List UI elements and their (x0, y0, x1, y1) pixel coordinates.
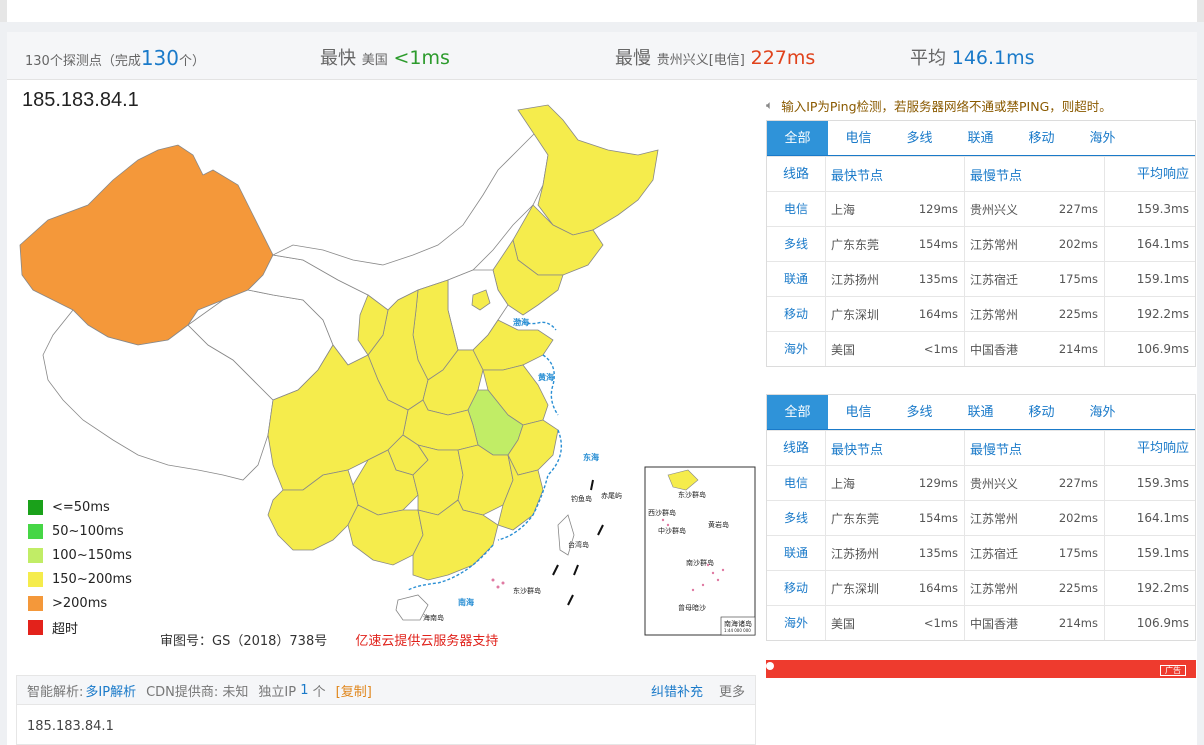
more-link[interactable]: 更多 (719, 681, 745, 700)
isp-stats-table-2: 全部 电信 多线 联通 移动 海外 线路 最快节点 最慢节点 平均响应 电信 上… (766, 394, 1196, 641)
table-row: 电信 上海 129ms 贵州兴义 227ms 159.3ms (767, 191, 1195, 226)
fastest-stat: 最快 美国 <1ms (320, 47, 450, 69)
top-strip (0, 0, 1204, 22)
isp-stats-table-1: 全部 电信 多线 联通 移动 海外 线路 最快节点 最慢节点 平均响应 电信 上… (766, 120, 1196, 367)
slowest-stat: 最慢 贵州兴义[电信] 227ms (615, 47, 816, 69)
map-label-nanhai: 南海 (458, 597, 474, 607)
multi-ip-resolve-link[interactable]: 多IP解析 (85, 681, 136, 700)
legend-item: 100~150ms (28, 543, 132, 567)
table-row: 海外 美国 <1ms 中国香港 214ms 106.9ms (767, 605, 1195, 640)
inset-label-zhongsha: 中沙群岛 (658, 526, 686, 535)
inset-scale: 1:44 000 000 (724, 628, 751, 633)
table-row: 多线 广东东莞 154ms 江苏常州 202ms 164.1ms (767, 500, 1195, 535)
map-approval-number: 审图号：GS（2018）738号 (160, 634, 328, 649)
inset-label-xisha: 西沙群岛 (648, 508, 676, 517)
table-row: 电信 上海 129ms 贵州兴义 227ms 159.3ms (767, 465, 1195, 500)
map-label-hainan: 海南岛 (423, 613, 444, 622)
isp-tabs: 全部 电信 多线 联通 移动 海外 (767, 395, 1195, 430)
table-header: 线路 最快节点 最慢节点 平均响应 (767, 156, 1195, 191)
map-footer: 审图号：GS（2018）738号 亿速云提供云服务器支持 (160, 630, 498, 649)
legend-swatch (28, 523, 43, 539)
legend-swatch (28, 499, 43, 515)
map-label-chiwei: 赤尾屿 (601, 491, 622, 500)
ping-notice: 🔈︎ 输入IP为Ping检测，若服务器网络不通或禁PING，则超时。 (766, 98, 1112, 114)
south-china-sea-inset: 东沙群岛 西沙群岛 南沙群岛 黄岩岛 中沙群岛 曾母暗沙 南海诸岛 1:44 0… (644, 466, 756, 636)
legend-item: >200ms (28, 591, 132, 615)
table-row: 多线 广东东莞 154ms 江苏常州 202ms 164.1ms (767, 226, 1195, 261)
isp-tabs: 全部 电信 多线 联通 移动 海外 (767, 121, 1195, 156)
table-row: 移动 广东深圳 164ms 江苏常州 225ms 192.2ms (767, 570, 1195, 605)
region-guangxi (347, 504, 424, 566)
inset-label-zengmu: 曾母暗沙 (678, 603, 706, 612)
tab-all[interactable]: 全部 (767, 395, 828, 429)
table-row: 联通 江苏扬州 135ms 江苏宿迁 175ms 159.1ms (767, 535, 1195, 570)
tab-multiline[interactable]: 多线 (889, 395, 950, 429)
inset-label-dongsha: 东沙群岛 (678, 490, 706, 499)
speaker-icon: 🔈︎ (766, 98, 774, 112)
probe-count: 130个探测点（完成130个） (25, 46, 206, 70)
cdn-provider: CDN提供商: 未知 (146, 684, 249, 700)
map-label-dongsha: 东沙群岛 (513, 586, 541, 595)
sponsor-link[interactable]: 亿速云提供云服务器支持 (355, 634, 498, 649)
table-row: 海外 美国 <1ms 中国香港 214ms 106.9ms (767, 331, 1195, 366)
ping-summary-bar: 130个探测点（完成130个） 最快 美国 <1ms 最慢 贵州兴义[电信] 2… (7, 32, 1197, 80)
table-header: 线路 最快节点 最慢节点 平均响应 (767, 430, 1195, 465)
legend-swatch (28, 547, 43, 563)
tab-multiline[interactable]: 多线 (889, 121, 950, 155)
latency-legend: <=50ms 50~100ms 100~150ms 150~200ms >200… (28, 495, 132, 639)
table-row: 移动 广东深圳 164ms 江苏常州 225ms 192.2ms (767, 296, 1195, 331)
tab-unicom[interactable]: 联通 (950, 121, 1011, 155)
tab-telecom[interactable]: 电信 (828, 395, 889, 429)
region-taiwan (557, 514, 575, 556)
legend-swatch (28, 619, 43, 635)
legend-swatch (28, 595, 43, 611)
tab-mobile[interactable]: 移动 (1011, 121, 1072, 155)
map-label-donghai: 东海 (583, 452, 599, 462)
map-label-huanghai: 黄海 (538, 372, 554, 382)
ip-count[interactable]: 1 (300, 683, 308, 698)
table-row: 联通 江苏扬州 135ms 江苏宿迁 175ms 159.1ms (767, 261, 1195, 296)
tab-telecom[interactable]: 电信 (828, 121, 889, 155)
map-label-diaoyu: 钓鱼岛 (571, 494, 592, 503)
ad-banner[interactable]: 广告 (766, 660, 1196, 678)
legend-item: 150~200ms (28, 567, 132, 591)
tab-mobile[interactable]: 移动 (1011, 395, 1072, 429)
dns-info-bar: 智能解析: 多IP解析 CDN提供商: 未知 独立IP 1 个 [复制] 纠错补… (16, 675, 756, 705)
resolved-ip-list: 185.183.84.1 (16, 705, 756, 745)
inset-label-huangyan: 黄岩岛 (708, 520, 729, 529)
legend-item: 50~100ms (28, 519, 132, 543)
legend-item: <=50ms (28, 495, 132, 519)
legend-item: 超时 (28, 615, 132, 639)
tab-overseas[interactable]: 海外 (1072, 395, 1133, 429)
correct-link[interactable]: 纠错补充 (651, 681, 703, 700)
map-label-bohai: 渤海 (513, 317, 529, 327)
inset-label-nansha: 南沙群岛 (686, 558, 714, 567)
legend-swatch (28, 571, 43, 587)
resolved-ip[interactable]: 185.183.84.1 (27, 719, 114, 734)
copy-button[interactable]: [复制] (336, 681, 372, 700)
inset-title: 南海诸岛 (724, 619, 752, 628)
map-label-taiwan: 台湾岛 (568, 540, 589, 549)
tab-all[interactable]: 全部 (767, 121, 828, 155)
tab-unicom[interactable]: 联通 (950, 395, 1011, 429)
ad-corner-icon (766, 662, 774, 670)
ad-tag: 广告 (1160, 665, 1186, 676)
average-stat: 平均 146.1ms (910, 47, 1035, 69)
tab-overseas[interactable]: 海外 (1072, 121, 1133, 155)
